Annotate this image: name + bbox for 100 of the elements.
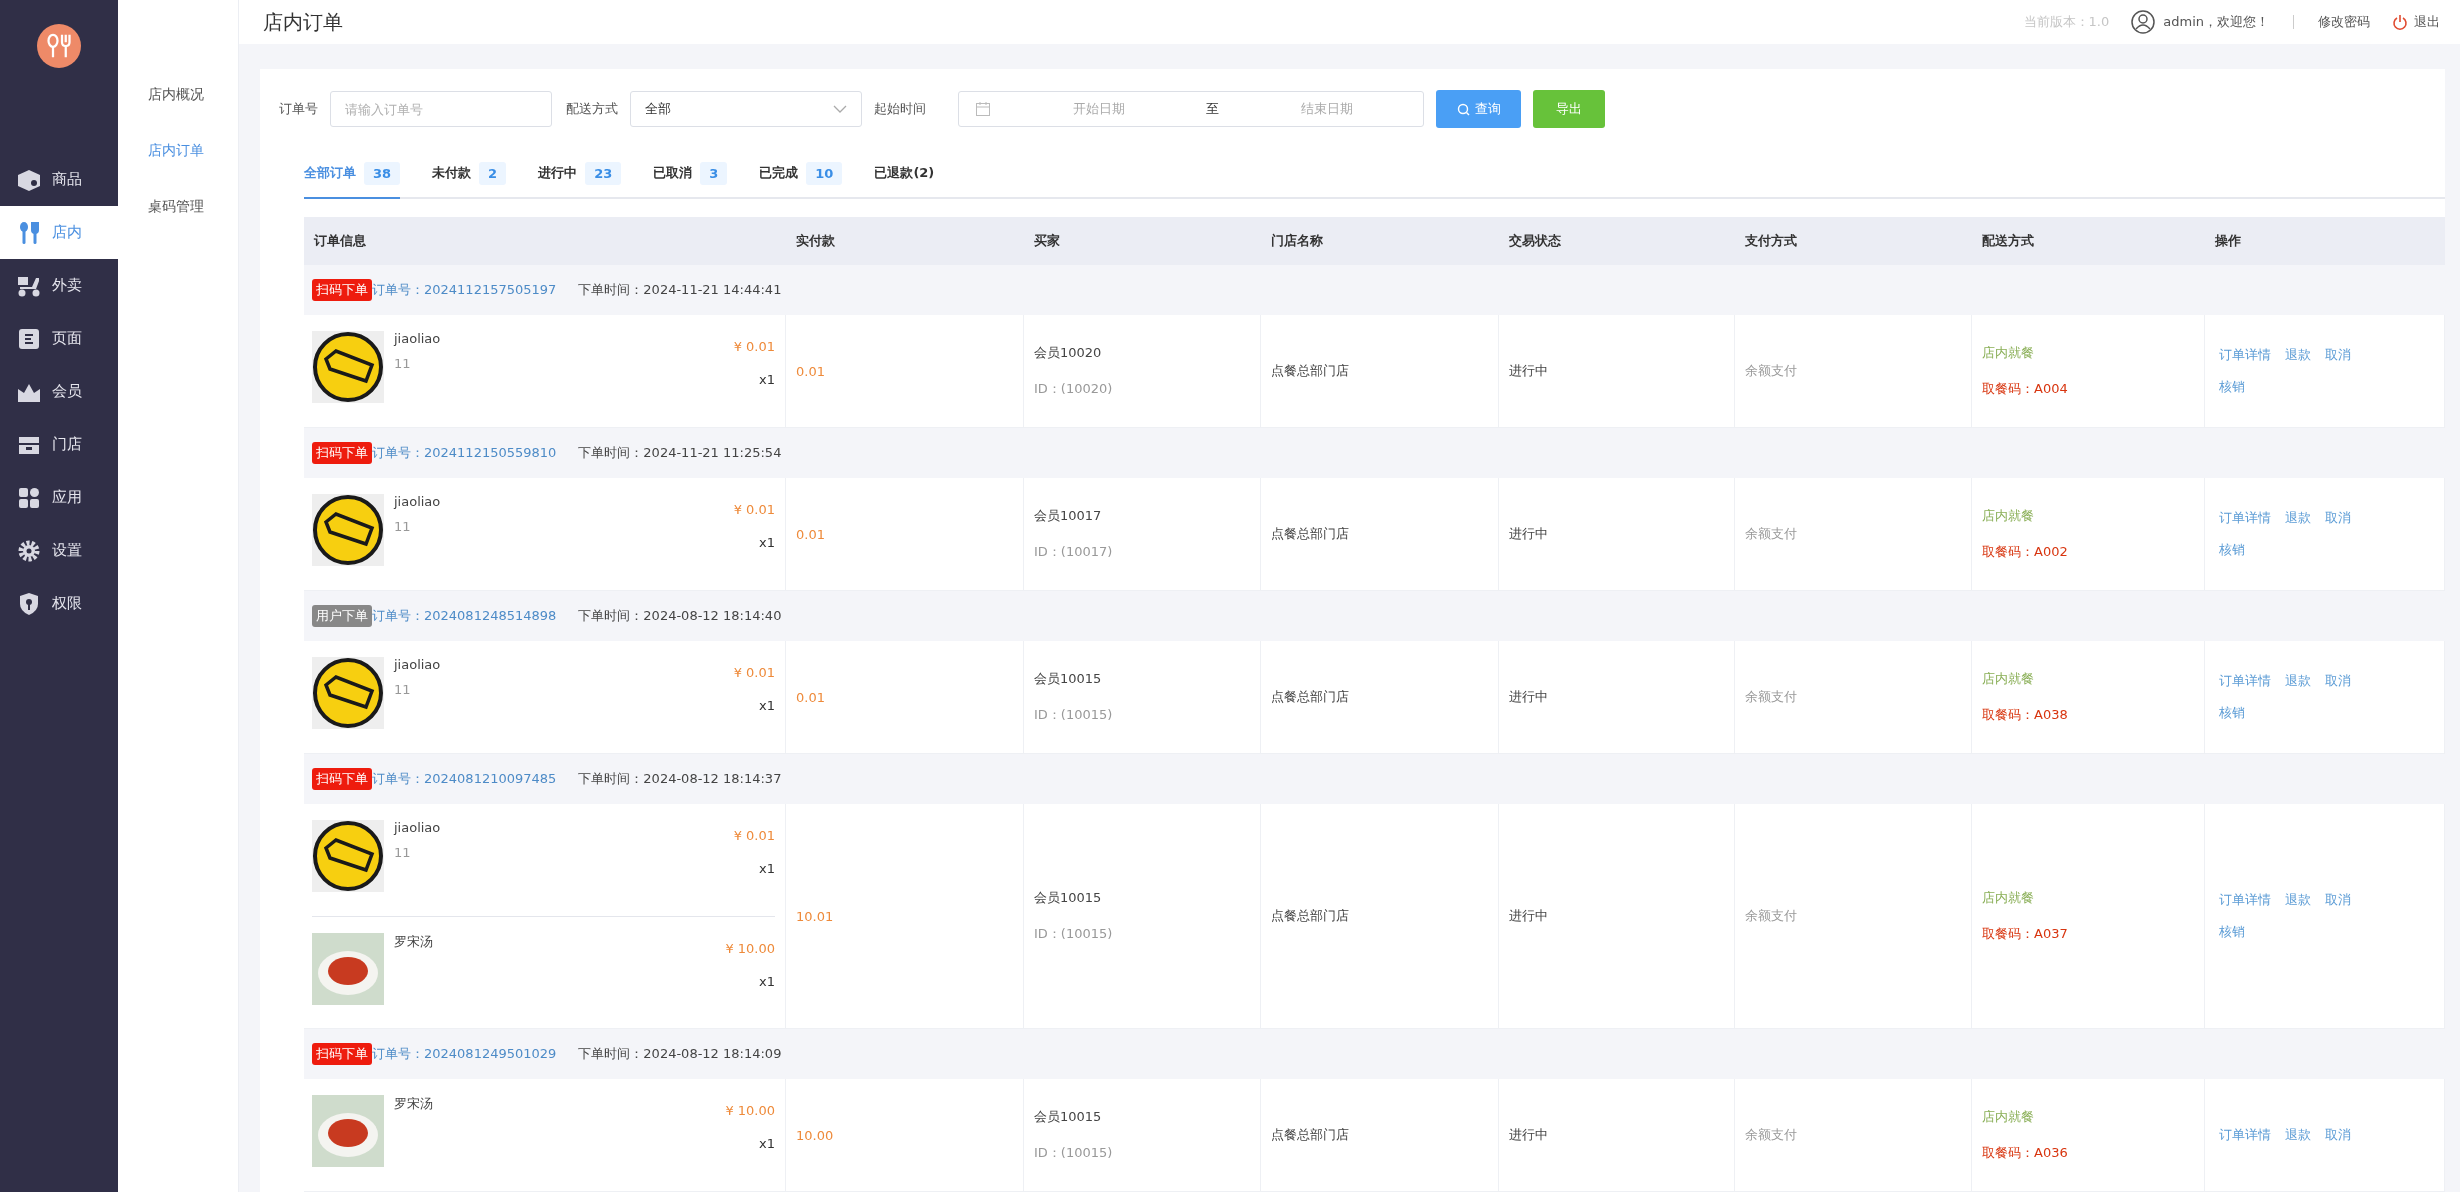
action-link[interactable]: 取消: [2325, 346, 2351, 364]
pickup-code: 取餐码：A038: [1982, 706, 2068, 724]
change-password-link[interactable]: 修改密码: [2318, 13, 2370, 31]
product-sticker-image: [312, 331, 384, 403]
order-tab[interactable]: 已退款(2): [874, 149, 935, 199]
paid-amount: 0.01: [796, 526, 825, 542]
order-time: 下单时间：2024-08-12 18:14:37: [578, 770, 782, 788]
paid-amount: 10.01: [796, 908, 834, 924]
order-tab[interactable]: 已取消 3: [653, 149, 728, 199]
action-link[interactable]: 订单详情: [2219, 1126, 2271, 1144]
store-name: 点餐总部门店: [1271, 907, 1349, 925]
order-number-link[interactable]: 订单号：2024081248514898: [372, 607, 557, 625]
action-link[interactable]: 取消: [2325, 891, 2351, 909]
tab-label: 未付款: [432, 164, 472, 182]
paid-amount: 0.01: [796, 689, 825, 705]
count-badge: 2: [479, 161, 507, 185]
sidebar-item[interactable]: 店内: [0, 206, 118, 259]
count-badge: 10: [806, 161, 843, 185]
sidebar-item[interactable]: 商品: [0, 153, 118, 206]
column-header: 交易状态: [1499, 217, 1735, 265]
logout-link[interactable]: 退出: [2392, 13, 2440, 31]
order-source-tag: 扫码下单: [312, 768, 372, 790]
action-link[interactable]: 取消: [2325, 1126, 2351, 1144]
buyer-id: ID：(10015): [1034, 925, 1113, 943]
sidebar-item[interactable]: 设置: [0, 524, 118, 577]
order-time: 下单时间：2024-11-21 11:25:54: [578, 444, 782, 462]
order-number-link[interactable]: 订单号：2024081210097485: [372, 770, 557, 788]
action-link[interactable]: 订单详情: [2219, 891, 2271, 909]
buyer-name: 会员10015: [1034, 889, 1102, 907]
order-tab[interactable]: 已完成 10: [759, 149, 843, 199]
product-sticker-image: [312, 820, 384, 892]
pickup-code: 取餐码：A002: [1982, 543, 2068, 561]
action-link[interactable]: 核销: [2219, 704, 2245, 722]
sidebar-item[interactable]: 应用: [0, 471, 118, 524]
count-badge: 3: [700, 161, 728, 185]
delivery-select[interactable]: 全部: [630, 91, 862, 127]
sidebar-item[interactable]: 权限: [0, 577, 118, 630]
page-title: 店内订单: [263, 8, 343, 36]
order-number-link[interactable]: 订单号：2024112157505197: [372, 281, 557, 299]
order-tab[interactable]: 进行中 23: [538, 149, 622, 199]
paid-amount: 0.01: [796, 363, 825, 379]
sidebar-item[interactable]: 会员: [0, 365, 118, 418]
order-status: 进行中: [1509, 907, 1548, 925]
order-number-link[interactable]: 订单号：2024112150559810: [372, 444, 557, 462]
date-range-field[interactable]: 开始日期 至 结束日期: [958, 91, 1424, 127]
action-link[interactable]: 核销: [2219, 378, 2245, 396]
product-price: ¥ 0.01: [733, 502, 775, 517]
product-quantity: x1: [759, 1136, 775, 1151]
subnav-item[interactable]: 店内概况: [118, 66, 238, 122]
column-header: 门店名称: [1261, 217, 1499, 265]
action-link[interactable]: 退款: [2285, 1126, 2311, 1144]
sidebar-item[interactable]: 外卖: [0, 259, 118, 312]
buyer-name: 会员10015: [1034, 670, 1102, 688]
export-button[interactable]: 导出: [1533, 90, 1605, 128]
action-link[interactable]: 核销: [2219, 923, 2245, 941]
subnav-item[interactable]: 桌码管理: [118, 178, 238, 234]
order-tab[interactable]: 未付款 2: [432, 149, 507, 199]
pickup-code: 取餐码：A004: [1982, 380, 2068, 398]
action-link[interactable]: 退款: [2285, 891, 2311, 909]
column-header: 买家: [1024, 217, 1261, 265]
buyer-name: 会员10020: [1034, 344, 1102, 362]
filter-label: 订单号: [279, 100, 318, 118]
product-name: 罗宋汤: [394, 1095, 434, 1113]
sidebar-item[interactable]: 门店: [0, 418, 118, 471]
action-link[interactable]: 订单详情: [2219, 346, 2271, 364]
order-status: 进行中: [1509, 1126, 1548, 1144]
action-link[interactable]: 取消: [2325, 672, 2351, 690]
column-header: 配送方式: [1972, 217, 2205, 265]
action-link[interactable]: 核销: [2219, 541, 2245, 559]
pickup-code: 取餐码：A037: [1982, 925, 2068, 943]
delivery-method: 店内就餐: [1982, 670, 2034, 688]
count-badge: 38: [364, 161, 401, 185]
action-link[interactable]: 订单详情: [2219, 672, 2271, 690]
buyer-id: ID：(10015): [1034, 1144, 1113, 1162]
filter-label: 配送方式: [566, 100, 618, 118]
order-number-link[interactable]: 订单号：2024081249501029: [372, 1045, 557, 1063]
tab-label: 进行中: [538, 164, 578, 182]
action-link[interactable]: 退款: [2285, 346, 2311, 364]
buyer-id: ID：(10020): [1034, 380, 1113, 398]
action-link[interactable]: 退款: [2285, 509, 2311, 527]
payment-method: 余额支付: [1745, 688, 1797, 706]
column-header: 订单信息: [304, 217, 786, 265]
action-link[interactable]: 取消: [2325, 509, 2351, 527]
product-quantity: x1: [759, 698, 775, 713]
order-status: 进行中: [1509, 525, 1548, 543]
buyer-name: 会员10017: [1034, 507, 1102, 525]
order-tab[interactable]: 全部订单 38: [304, 149, 401, 199]
order-source-tag: 扫码下单: [312, 1043, 372, 1065]
product-price: ¥ 10.00: [725, 941, 775, 956]
sidebar-item[interactable]: 页面: [0, 312, 118, 365]
subnav-item[interactable]: 店内订单: [118, 122, 238, 178]
order-time: 下单时间：2024-11-21 14:44:41: [578, 281, 782, 299]
search-button[interactable]: 查询: [1436, 90, 1521, 128]
product-spec: 11: [394, 845, 412, 860]
order-status: 进行中: [1509, 362, 1548, 380]
product-quantity: x1: [759, 372, 775, 387]
action-link[interactable]: 订单详情: [2219, 509, 2271, 527]
action-link[interactable]: 退款: [2285, 672, 2311, 690]
store-name: 点餐总部门店: [1271, 1126, 1349, 1144]
order-number-field[interactable]: 请输入订单号: [330, 91, 552, 127]
